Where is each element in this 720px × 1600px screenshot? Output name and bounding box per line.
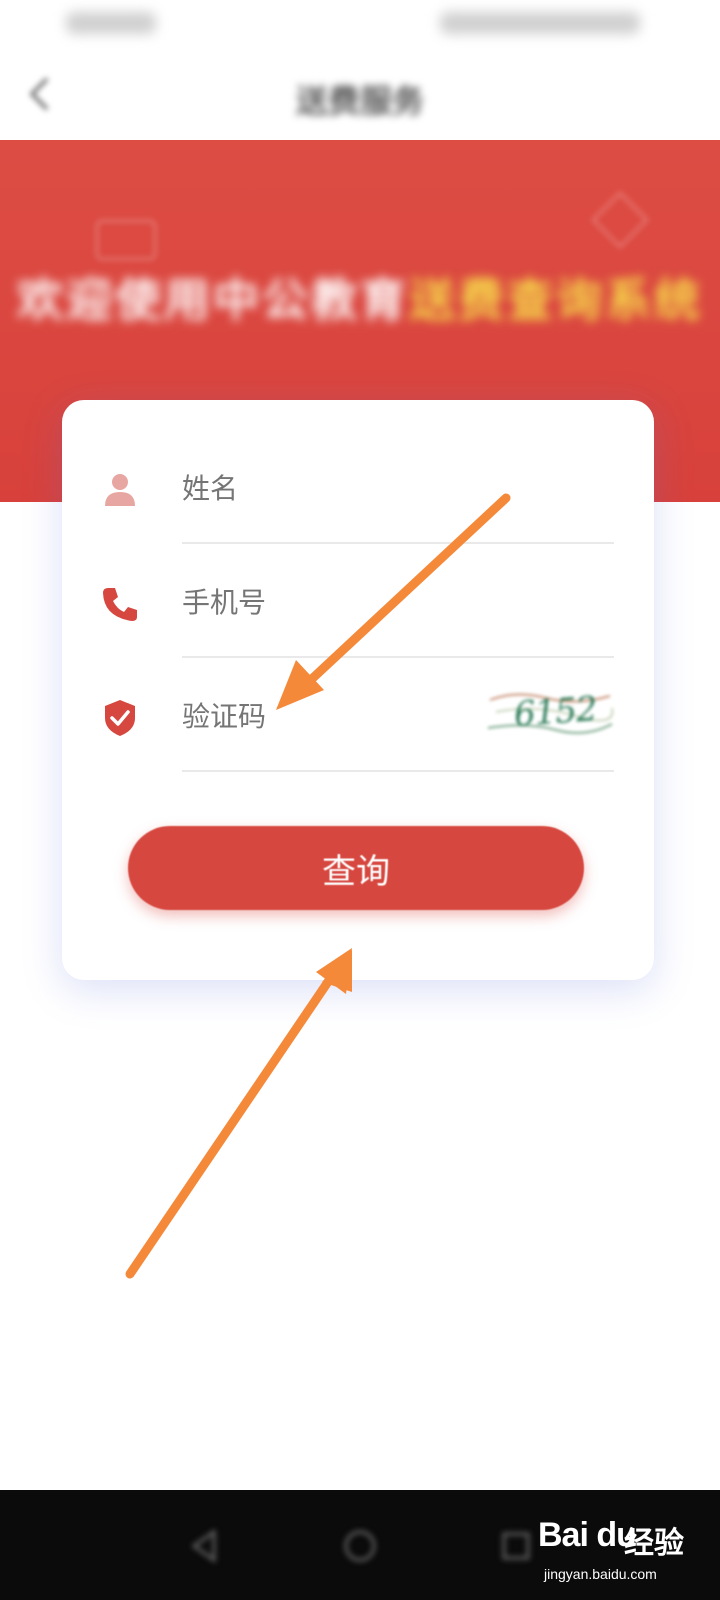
home-circle-icon[interactable] [338,1524,382,1568]
recents-square-icon[interactable] [494,1524,538,1568]
watermark-logo: Bai du [538,1516,637,1554]
name-input[interactable] [182,464,482,514]
captcha-input[interactable] [182,692,482,742]
divider [182,770,614,772]
query-button[interactable]: 查询 [128,826,584,910]
watermark-url: jingyan.baidu.com [544,1566,657,1582]
status-bar [0,0,720,50]
phone-row [62,542,654,658]
arrow-to-query-button [125,948,352,1279]
watermark-brand: 经验 [624,1527,684,1560]
page-title: 送费服务 [295,82,424,120]
shield-check-icon [105,700,135,736]
phone-input[interactable] [182,578,482,628]
banner-title-white: 欢迎使用中公教育 [17,273,409,327]
banner-title-yellow: 送费查询系统 [409,273,703,327]
name-row [62,428,654,544]
user-icon [105,474,135,506]
captcha-image[interactable]: 6152 [486,682,614,746]
query-form-card: 6152 查询 [62,400,654,980]
banner-title: 欢迎使用中公教育送费查询系统 [14,260,706,340]
screen: 送费服务 欢迎使用中公教育送费查询系统 姓名 手机号 验证码 6152 查询 B… [0,0,720,1600]
phone-icon [103,588,137,621]
captcha-row: 6152 [62,656,654,772]
baidu-jingyan-watermark: Bai du 经验 jingyan.baidu.com [538,1516,708,1596]
nav-bar: 送费服务 [0,50,720,140]
captcha-code: 6152 [512,689,598,735]
back-triangle-icon[interactable] [182,1524,226,1568]
